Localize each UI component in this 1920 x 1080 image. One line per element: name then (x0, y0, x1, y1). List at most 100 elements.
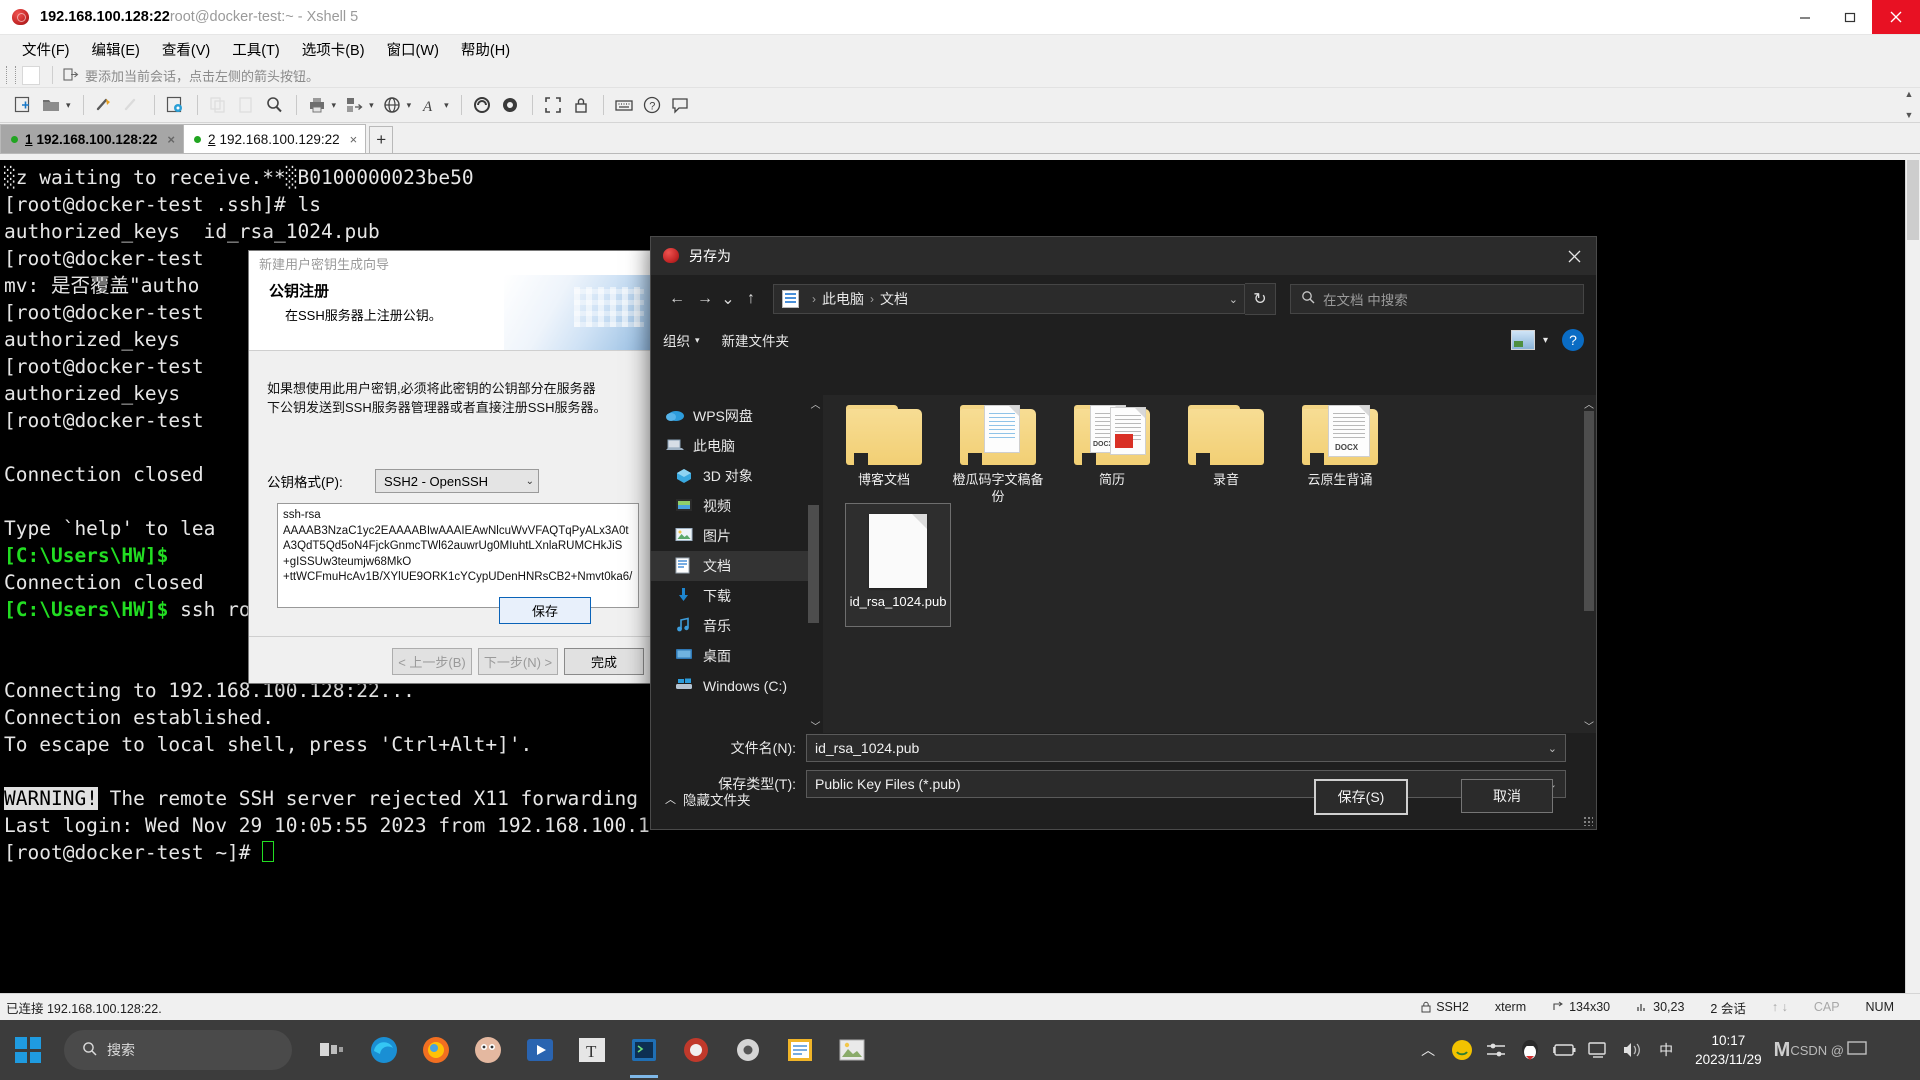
lock-icon[interactable] (568, 92, 594, 118)
sidebar-item-3d-objects[interactable]: 3D 对象 (651, 461, 823, 491)
new-session-icon[interactable] (10, 92, 36, 118)
cancel-button[interactable]: 取消 (1461, 779, 1553, 813)
file-item-selected[interactable]: id_rsa_1024.pub (845, 503, 951, 627)
edge-icon[interactable] (358, 1020, 410, 1080)
chevron-down-icon[interactable]: ⌄ (1548, 742, 1557, 755)
transfer-chevron-icon[interactable]: ▾ (369, 100, 374, 111)
file-item-folder[interactable]: DOCX 简历 (1061, 405, 1163, 505)
globe-chevron-icon[interactable]: ▾ (407, 100, 412, 111)
taskbar-clock[interactable]: 10:17 2023/11/29 (1683, 1031, 1774, 1069)
sidebar-item-windows-c[interactable]: Windows (C:) (651, 671, 823, 701)
wizard-finish-button[interactable]: 完成 (564, 647, 644, 675)
key-format-select[interactable]: SSH2 - OpenSSH ⌄ (375, 469, 539, 493)
refresh-button[interactable]: ↻ (1245, 283, 1276, 315)
qq-icon[interactable] (1513, 1020, 1547, 1080)
sidebar-item-music[interactable]: 音乐 (651, 611, 823, 641)
xshell-taskbar-icon[interactable] (618, 1020, 670, 1080)
feedback-icon[interactable] (667, 92, 693, 118)
toolbar-overflow[interactable]: ▲ ▼ (1902, 90, 1916, 120)
tab-session-1[interactable]: 1 192.168.100.128:22 × (0, 124, 184, 153)
sidebar-item-this-pc[interactable]: 此电脑 (651, 431, 823, 461)
session-box[interactable] (22, 65, 40, 85)
globe-icon[interactable] (379, 92, 405, 118)
sidebar-item-documents[interactable]: 文档 (651, 551, 823, 581)
notes-icon[interactable] (774, 1020, 826, 1080)
file-item-folder[interactable]: 橙瓜码字文稿备份 (947, 405, 1049, 505)
battery-icon[interactable] (1547, 1020, 1581, 1080)
sidebar-item-wps[interactable]: WPS网盘 (651, 401, 823, 431)
image-viewer-icon[interactable] (826, 1020, 878, 1080)
menu-edit[interactable]: 编辑(E) (82, 36, 150, 63)
recent-locations-chevron-icon[interactable]: ⌄ (719, 285, 737, 313)
back-button[interactable]: ← (663, 285, 691, 313)
menu-tabs[interactable]: 选项卡(B) (292, 36, 375, 63)
scrollbar-thumb[interactable] (1907, 160, 1919, 240)
find-icon[interactable] (261, 92, 287, 118)
xftp-taskbar-icon[interactable] (670, 1020, 722, 1080)
hide-folders-toggle[interactable]: ︿ 隐藏文件夹 (665, 789, 751, 809)
change-view-icon[interactable] (1510, 330, 1535, 350)
fullscreen-icon[interactable] (540, 92, 566, 118)
file-list-scrollbar[interactable]: ︿ ﹀ (1582, 395, 1596, 733)
session-properties-icon[interactable] (162, 92, 188, 118)
font-chevron-icon[interactable]: ▾ (444, 100, 449, 111)
breadcrumb-documents[interactable]: 文档 (880, 289, 908, 309)
volume-icon[interactable] (1615, 1020, 1649, 1080)
taskbar-search-input[interactable]: 搜索 (64, 1030, 292, 1070)
save-as-close-button[interactable] (1552, 237, 1596, 275)
scrollbar-thumb[interactable] (808, 505, 819, 623)
file-item-folder[interactable]: 录音 (1175, 405, 1277, 505)
start-button[interactable] (0, 1020, 56, 1080)
menu-tools[interactable]: 工具(T) (222, 36, 290, 63)
firefox-icon[interactable] (410, 1020, 462, 1080)
help-icon[interactable]: ? (1562, 329, 1584, 351)
scroll-up-icon[interactable]: ︿ (808, 395, 823, 411)
breadcrumb[interactable]: › 此电脑 › 文档 ⌄ (773, 284, 1245, 314)
new-tab-button[interactable]: + (369, 126, 394, 153)
tab-session-2[interactable]: 2 192.168.100.129:22 × (182, 124, 367, 153)
scroll-up-icon[interactable]: ︿ (1582, 395, 1596, 411)
sidebar-item-videos[interactable]: 视频 (651, 491, 823, 521)
file-list[interactable]: 博客文档 橙瓜码字文稿备份 DOCX 简历 录音 DOCX 云原生背诵 id_r… (823, 395, 1596, 733)
sidebar-item-pictures[interactable]: 图片 (651, 521, 823, 551)
typora-icon[interactable]: T (566, 1020, 618, 1080)
new-folder-button[interactable]: 新建文件夹 (722, 330, 790, 350)
file-item-folder[interactable]: 博客文档 (833, 405, 935, 505)
task-view-button[interactable] (306, 1020, 358, 1080)
scroll-down-icon[interactable]: ﹀ (1582, 717, 1596, 733)
sidebar-scrollbar[interactable]: ︿ ﹀ (808, 395, 823, 733)
sidebar-item-desktop[interactable]: 桌面 (651, 641, 823, 671)
up-button[interactable]: ↑ (737, 285, 765, 313)
font-icon[interactable]: A (416, 92, 442, 118)
terminal-scrollbar[interactable] (1905, 160, 1920, 1005)
settings-tray-icon[interactable] (1479, 1020, 1513, 1080)
help-icon[interactable]: ? (639, 92, 665, 118)
print-icon[interactable] (304, 92, 330, 118)
sogou-icon[interactable] (1445, 1020, 1479, 1080)
transfer-icon[interactable] (341, 92, 367, 118)
minimize-button[interactable] (1782, 0, 1827, 34)
xftp-icon[interactable] (469, 92, 495, 118)
public-key-textarea[interactable]: ssh-rsa AAAAB3NzaC1yc2EAAAABIwAAAIEAwNlc… (277, 503, 639, 608)
view-chevron-icon[interactable]: ▾ (1543, 335, 1548, 346)
breadcrumb-chevron-icon[interactable]: ⌄ (1229, 293, 1238, 306)
menu-view[interactable]: 查看(V) (152, 36, 220, 63)
wizard-next-button[interactable]: 下一步(N) > (478, 647, 558, 675)
print-chevron-icon[interactable]: ▾ (332, 100, 337, 111)
open-chevron-icon[interactable]: ▾ (66, 100, 71, 111)
sidebar-item-downloads[interactable]: 下载 (651, 581, 823, 611)
menu-window[interactable]: 窗口(W) (377, 36, 449, 63)
tab-close-icon[interactable]: × (350, 132, 358, 147)
search-input[interactable]: 在文档 中搜索 (1290, 284, 1584, 314)
network-icon[interactable] (1581, 1020, 1615, 1080)
menu-help[interactable]: 帮助(H) (451, 36, 520, 63)
wizard-save-button[interactable]: 保存 (499, 597, 591, 624)
menu-file[interactable]: 文件(F) (12, 36, 80, 63)
media-player-icon[interactable] (514, 1020, 566, 1080)
add-session-icon[interactable] (63, 67, 79, 83)
organize-button[interactable]: 组织 ▾ (663, 330, 700, 350)
scrollbar-thumb[interactable] (1584, 411, 1594, 611)
keyboard-icon[interactable] (611, 92, 637, 118)
wizard-back-button[interactable]: < 上一步(B) (392, 647, 472, 675)
file-item-folder[interactable]: DOCX 云原生背诵 (1289, 405, 1391, 505)
